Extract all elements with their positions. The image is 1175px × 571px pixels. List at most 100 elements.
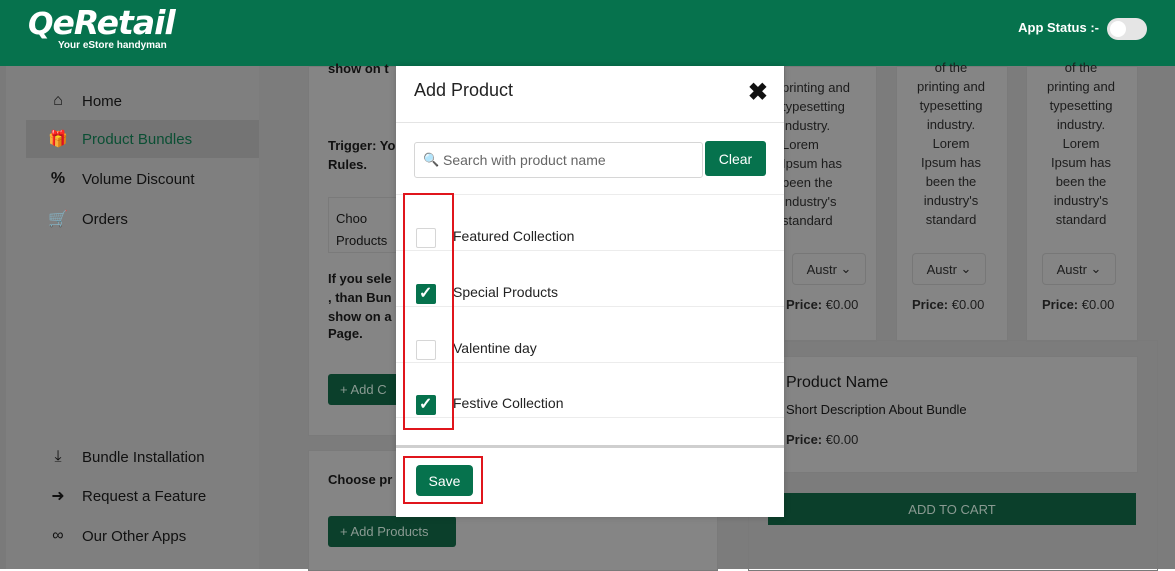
price: Price: €0.00 (912, 297, 984, 312)
price-label: Price: (912, 297, 949, 312)
sidebar-item-label: Home (82, 92, 123, 110)
desc-line: standard (1055, 212, 1107, 227)
logo-tagline: Your eStore handyman (58, 40, 167, 51)
desc-line: Lorem (932, 136, 970, 151)
sidebar-item-label: Product Bundles (82, 130, 193, 148)
desc-line: industry's (923, 193, 979, 208)
sidebar-item-home[interactable]: ⌂ Home (26, 82, 259, 120)
logo-text: eRetail (52, 3, 176, 42)
percent-icon: % (50, 170, 66, 187)
cart-icon: 🛒 (48, 211, 68, 228)
clear-button[interactable]: Clear (705, 141, 766, 176)
desc-line: Lorem (1062, 136, 1100, 151)
desc-line: printing and (917, 79, 985, 94)
app-status-label: App Status :- (1018, 20, 1099, 35)
info-line: show on a (328, 309, 392, 324)
toggle-knob (1110, 21, 1126, 37)
search-box: 🔍 (414, 142, 703, 178)
list-item-label: Featured Collection (453, 228, 575, 244)
desc-line: standard (925, 212, 977, 227)
desc-line: typesetting (1049, 98, 1113, 113)
sidebar-item-other-apps[interactable]: ∞ Our Other Apps (26, 517, 259, 555)
sidebar: ⌂ Home 🎁 Product Bundles % Volume Discou… (6, 66, 259, 569)
gift-icon: 🎁 (48, 131, 68, 148)
price: Price: €0.00 (1042, 297, 1114, 312)
desc-line: printing and (782, 80, 850, 95)
list-item[interactable]: ✓ Special Products (396, 251, 784, 307)
desc-line: industry. (1056, 117, 1106, 132)
desc-line: industry's (1053, 193, 1109, 208)
desc-line: been the (925, 174, 977, 189)
app-status-toggle[interactable] (1107, 18, 1147, 40)
search-icon: 🔍 (423, 152, 440, 167)
choose-box-text: Choo (336, 211, 368, 226)
country-select[interactable]: Austr ⌄ (792, 253, 866, 285)
sidebar-item-product-bundles[interactable]: 🎁 Product Bundles (26, 120, 259, 158)
snippet-text: show on t (328, 61, 389, 76)
home-icon: ⌂ (53, 92, 63, 109)
trigger-text: Trigger: Yo (328, 138, 396, 153)
choose-box-text-2: Products (336, 233, 388, 248)
close-icon[interactable]: ✖ (748, 78, 768, 107)
desc-line: of the (934, 60, 968, 75)
sidebar-item-label: Request a Feature (82, 487, 207, 505)
price-value: €0.00 (825, 432, 859, 447)
price-label: Price: (786, 297, 823, 312)
desc-line: Ipsum has (1051, 155, 1111, 170)
list-item[interactable]: ✓ Festive Collection (396, 362, 784, 418)
sidebar-item-bundle-installation[interactable]: ⤓ Bundle Installation (26, 438, 259, 476)
list-item[interactable]: Valentine day (396, 307, 784, 363)
link-icon: ∞ (52, 527, 64, 544)
add-to-cart-button[interactable]: ADD TO CART (768, 493, 1136, 525)
select-value: Austr (806, 261, 837, 277)
bundle-name: Product Name (786, 374, 889, 391)
list-item-label: Festive Collection (453, 395, 564, 411)
bundle-price: Price: €0.00 (786, 432, 858, 447)
list-item-label: Valentine day (453, 340, 537, 356)
app-logo[interactable]: QeRetail Your eStore handyman (28, 3, 176, 52)
price-value: €0.00 (951, 297, 985, 312)
desc-line: typesetting (919, 98, 983, 113)
desc-line: been the (782, 175, 833, 190)
product-desc-col-3: of the printing and typesetting industry… (1026, 60, 1136, 229)
desc-line: been the (1055, 174, 1107, 189)
desc-line: Ipsum has (782, 156, 842, 171)
select-value: Austr (926, 261, 957, 277)
sidebar-item-volume-discount[interactable]: % Volume Discount (26, 160, 259, 198)
search-input[interactable] (441, 143, 700, 177)
sidebar-item-label: Volume Discount (82, 170, 195, 188)
download-icon: ⤓ (54, 448, 62, 465)
price-value: €0.00 (825, 297, 859, 312)
desc-line: industry's (782, 194, 837, 209)
info-line: Page. (328, 326, 363, 341)
product-desc-col-2: of the printing and typesetting industry… (896, 60, 1006, 229)
select-value: Austr (1056, 261, 1087, 277)
country-select[interactable]: Austr ⌄ (1042, 253, 1116, 285)
rules-text: Rules. (328, 157, 368, 172)
price-label: Price: (1042, 297, 1079, 312)
choose-pr-text: Choose pr (328, 472, 393, 487)
add-product-modal: Add Product ✖ 🔍 Clear Featured Collectio… (396, 66, 784, 517)
desc-line: Lorem (782, 137, 819, 152)
desc-line: industry. (926, 117, 976, 132)
sidebar-item-label: Orders (82, 210, 128, 228)
collection-list: Featured Collection ✓ Special Products V… (396, 194, 784, 442)
sidebar-item-request-feature[interactable]: ➜ Request a Feature (26, 477, 259, 515)
save-highlight-box (403, 456, 483, 504)
add-products-button[interactable]: + Add Products (328, 516, 456, 547)
sidebar-item-label: Our Other Apps (82, 527, 187, 545)
price-value: €0.00 (1081, 297, 1115, 312)
modal-title: Add Product (414, 80, 514, 100)
sidebar-item-orders[interactable]: 🛒 Orders (26, 200, 259, 238)
desc-line: of the (1064, 60, 1098, 75)
arrow-circle-icon: ➜ (51, 488, 65, 505)
desc-line: printing and (1047, 79, 1115, 94)
checkbox-highlight-box (403, 193, 454, 430)
list-item[interactable]: Featured Collection (396, 195, 784, 251)
info-line: If you sele (328, 271, 392, 286)
top-bar: QeRetail Your eStore handyman App Status… (0, 0, 1175, 66)
product-desc-col-1: printing and typesetting industry. Lorem… (782, 66, 892, 230)
desc-line: Ipsum has (921, 155, 981, 170)
desc-line: typesetting (782, 99, 845, 114)
country-select[interactable]: Austr ⌄ (912, 253, 986, 285)
